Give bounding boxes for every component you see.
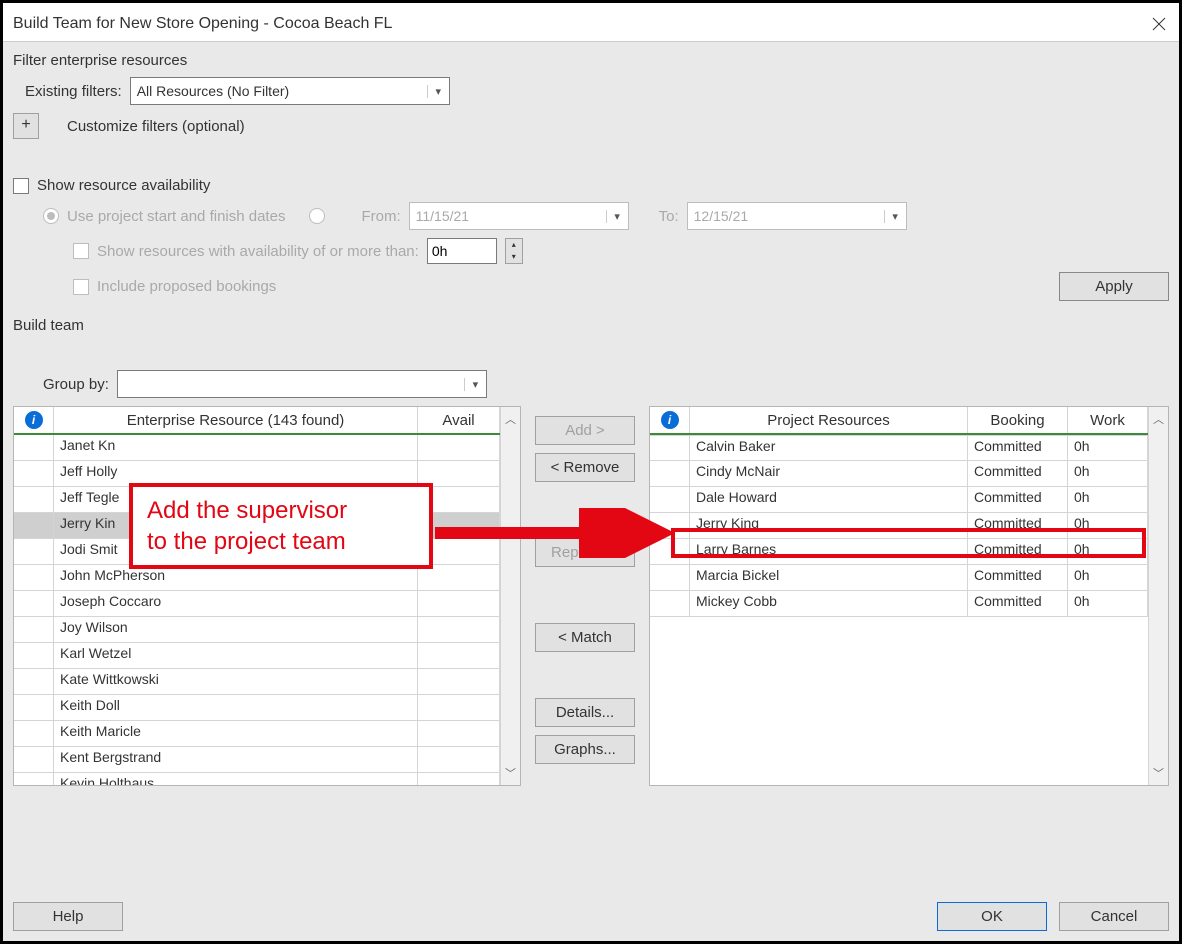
scroll-up-icon: ︿ <box>1149 407 1168 431</box>
scroll-up-icon: ︿ <box>501 407 520 431</box>
remove-button[interactable]: < Remove <box>535 453 635 482</box>
chevron-down-icon: ▾ <box>427 85 449 98</box>
dialog-footer: Help OK Cancel <box>13 902 1169 931</box>
spinner-down-icon: ▾ <box>506 251 522 263</box>
table-row[interactable]: Joseph Coccaro <box>14 591 500 617</box>
use-custom-dates-radio <box>309 208 325 224</box>
chevron-down-icon: ▾ <box>464 378 486 391</box>
table-row[interactable]: Joy Wilson <box>14 617 500 643</box>
table-row[interactable]: Keith Doll <box>14 695 500 721</box>
scroll-down-icon: ﹀ <box>501 761 520 785</box>
to-date-combo: 12/15/21 ▾ <box>687 202 907 230</box>
transfer-buttons: Add > < Remove Replace > < Match Details… <box>525 406 645 786</box>
include-proposed-checkbox <box>73 279 89 295</box>
help-button[interactable]: Help <box>13 902 123 931</box>
show-availability-label: Show resource availability <box>37 177 210 194</box>
cancel-button[interactable]: Cancel <box>1059 902 1169 931</box>
table-row[interactable]: Dale HowardCommitted0h <box>650 487 1148 513</box>
match-button[interactable]: < Match <box>535 623 635 652</box>
existing-filters-value: All Resources (No Filter) <box>131 83 427 99</box>
show-avail-threshold-label: Show resources with availability of or m… <box>97 243 419 260</box>
left-scrollbar[interactable]: ︿ ﹀ <box>500 407 520 785</box>
close-icon <box>1152 17 1166 31</box>
table-row[interactable]: Marcia BickelCommitted0h <box>650 565 1148 591</box>
project-resources-header: Project Resources <box>690 407 968 433</box>
enterprise-resource-grid[interactable]: i Enterprise Resource (143 found) Avail … <box>13 406 521 786</box>
include-proposed-label: Include proposed bookings <box>97 278 276 295</box>
enterprise-resource-header: Enterprise Resource (143 found) <box>54 407 418 433</box>
hours-input <box>427 238 497 264</box>
to-label: To: <box>659 208 679 225</box>
spinner-up-icon: ▴ <box>506 239 522 251</box>
table-row[interactable]: Kent Bergstrand <box>14 747 500 773</box>
right-scrollbar[interactable]: ︿ ﹀ <box>1148 407 1168 785</box>
details-button[interactable]: Details... <box>535 698 635 727</box>
scroll-down-icon: ﹀ <box>1149 761 1168 785</box>
info-icon: i <box>25 411 43 429</box>
table-row[interactable]: Kevin Holthaus <box>14 773 500 785</box>
apply-button[interactable]: Apply <box>1059 272 1169 301</box>
use-project-dates-radio <box>43 208 59 224</box>
avail-header: Avail <box>418 407 500 433</box>
window-title: Build Team for New Store Opening - Cocoa… <box>13 15 392 33</box>
customize-filters-label: Customize filters (optional) <box>67 118 245 135</box>
show-availability-checkbox[interactable] <box>13 178 29 194</box>
group-by-combo[interactable]: ▾ <box>117 370 487 398</box>
group-by-label: Group by: <box>43 376 109 393</box>
graphs-button[interactable]: Graphs... <box>535 735 635 764</box>
show-avail-threshold-checkbox <box>73 243 89 259</box>
dialog-window: Build Team for New Store Opening - Cocoa… <box>0 0 1182 944</box>
table-row[interactable]: Calvin BakerCommitted0h <box>650 435 1148 461</box>
title-bar: Build Team for New Store Opening - Cocoa… <box>3 3 1179 41</box>
work-header: Work <box>1068 407 1148 433</box>
from-date-combo: 11/15/21 ▾ <box>409 202 629 230</box>
table-row[interactable]: Mickey CobbCommitted0h <box>650 591 1148 617</box>
ok-button[interactable]: OK <box>937 902 1047 931</box>
add-button[interactable]: Add > <box>535 416 635 445</box>
table-row[interactable]: Janet Kn <box>14 435 500 461</box>
from-date-value: 11/15/21 <box>410 208 606 224</box>
table-row[interactable]: Cindy McNairCommitted0h <box>650 461 1148 487</box>
booking-header: Booking <box>968 407 1068 433</box>
build-team-label: Build team <box>13 317 1169 334</box>
filter-section-label: Filter enterprise resources <box>13 52 1169 69</box>
hours-spinner: ▴▾ <box>505 238 523 264</box>
from-label: From: <box>361 208 400 225</box>
project-resources-grid[interactable]: i Project Resources Booking Work Calvin … <box>649 406 1169 786</box>
table-row[interactable]: Karl Wetzel <box>14 643 500 669</box>
annotation-arrow <box>431 508 671 558</box>
chevron-down-icon: ▾ <box>606 210 628 223</box>
info-icon: i <box>661 411 679 429</box>
table-row[interactable]: Kate Wittkowski <box>14 669 500 695</box>
to-date-value: 12/15/21 <box>688 208 884 224</box>
existing-filters-combo[interactable]: All Resources (No Filter) ▾ <box>130 77 450 105</box>
annotation-highlight <box>671 528 1146 558</box>
close-button[interactable] <box>1149 14 1169 34</box>
existing-filters-label: Existing filters: <box>25 83 122 100</box>
chevron-down-icon: ▾ <box>884 210 906 223</box>
table-row[interactable]: Keith Maricle <box>14 721 500 747</box>
use-project-dates-label: Use project start and finish dates <box>67 208 285 225</box>
expand-filters-button[interactable]: + <box>13 113 39 139</box>
annotation-callout: Add the supervisor to the project team <box>129 483 433 569</box>
